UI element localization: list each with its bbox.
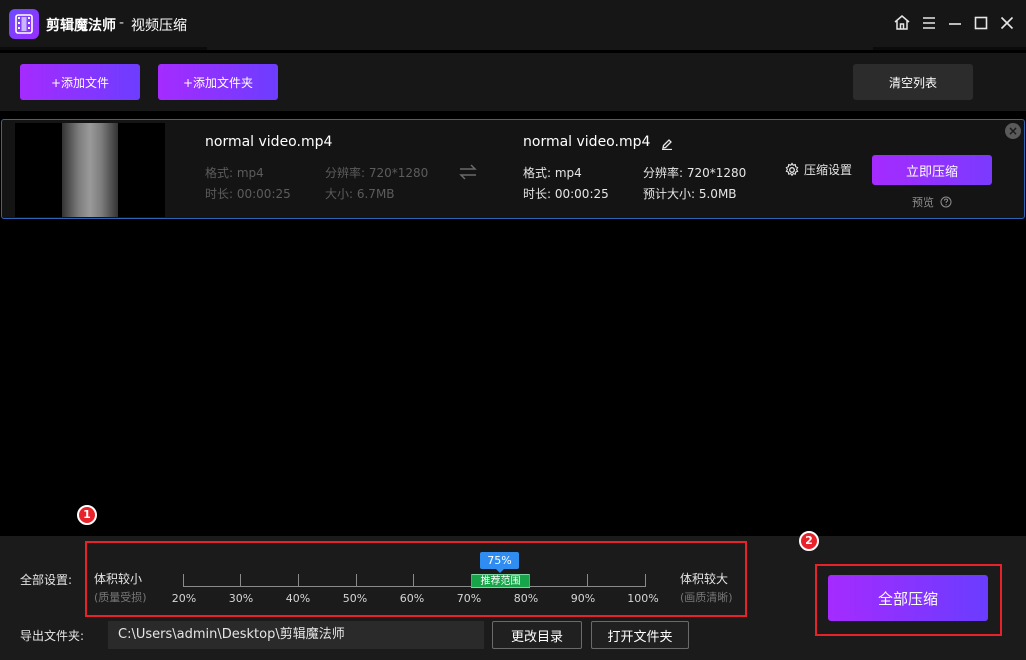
slider-tick	[298, 574, 299, 587]
slider-value-badge[interactable]: 75%	[480, 552, 519, 569]
toolbar: +添加文件 +添加文件夹 清空列表	[0, 53, 1026, 111]
slider-tick-label: 100%	[627, 592, 659, 605]
quality-highlight-box	[85, 541, 747, 617]
compress-settings-label: 压缩设置	[804, 163, 853, 177]
target-filename: normal video.mp4	[523, 134, 651, 150]
step-marker-2: 2	[799, 531, 819, 551]
slider-tick	[645, 574, 646, 587]
add-folder-button[interactable]: +添加文件夹	[158, 64, 278, 100]
smaller-size-note: (质量受损)	[94, 591, 147, 604]
title-bar: 剪辑魔法师 - 视频压缩	[0, 0, 1026, 50]
file-list-item[interactable]: normal video.mp4 格式: mp4 分辨率: 720*1280 时…	[1, 119, 1025, 219]
larger-size-label: 体积较大	[680, 572, 729, 586]
target-estimated-size: 预计大小: 5.0MB	[643, 187, 737, 201]
menu-icon[interactable]	[919, 13, 939, 33]
source-size: 大小: 6.7MB	[325, 187, 395, 201]
slider-tick-label: 80%	[513, 592, 539, 605]
add-file-button[interactable]: +添加文件	[20, 64, 140, 100]
target-format: 格式: mp4	[523, 166, 582, 180]
recommended-range: 推荐范围	[471, 574, 530, 588]
title-bar-divider-left	[0, 47, 207, 50]
app-name: 剪辑魔法师	[46, 18, 116, 34]
edit-icon[interactable]	[661, 135, 673, 154]
preview-label: 预览	[912, 196, 934, 209]
export-path-field[interactable]: C:\Users\admin\Desktop\剪辑魔法师	[108, 621, 484, 649]
quality-slider-track[interactable]	[183, 586, 645, 587]
target-duration: 时长: 00:00:25	[523, 187, 609, 201]
slider-tick-label: 20%	[171, 592, 197, 605]
remove-file-icon[interactable]: ×	[1005, 123, 1021, 139]
slider-tick	[356, 574, 357, 587]
change-directory-button[interactable]: 更改目录	[492, 621, 582, 649]
larger-size-note: (画质清晰)	[680, 591, 733, 604]
slider-tick-label: 70%	[456, 592, 482, 605]
compress-all-button[interactable]: 全部压缩	[828, 575, 988, 621]
slider-tick	[413, 574, 414, 587]
page-title: 视频压缩	[131, 18, 187, 34]
slider-tick	[183, 574, 184, 587]
slider-tick	[240, 574, 241, 587]
slider-tick-label: 30%	[228, 592, 254, 605]
minimize-icon[interactable]	[945, 13, 965, 33]
app-logo-icon	[9, 9, 39, 39]
compress-now-button[interactable]: 立即压缩	[872, 155, 992, 185]
slider-tick	[471, 574, 472, 587]
maximize-icon[interactable]	[971, 13, 991, 33]
smaller-size-label: 体积较小	[94, 572, 143, 586]
target-resolution: 分辨率: 720*1280	[643, 166, 747, 180]
title-bar-divider-right	[873, 47, 1026, 50]
video-thumbnail	[15, 123, 165, 217]
clear-list-button[interactable]: 清空列表	[853, 64, 973, 100]
all-settings-label: 全部设置:	[20, 573, 73, 587]
source-filename: normal video.mp4	[205, 134, 333, 150]
home-icon[interactable]	[892, 13, 912, 33]
export-folder-label: 导出文件夹:	[20, 629, 85, 643]
help-icon	[940, 196, 952, 208]
slider-tick-label: 60%	[399, 592, 425, 605]
slider-tick-label: 40%	[285, 592, 311, 605]
slider-value-pointer	[496, 569, 504, 573]
convert-arrows-icon	[458, 164, 478, 184]
slider-tick	[529, 574, 530, 587]
compress-settings-button[interactable]: 压缩设置	[784, 161, 852, 178]
gear-icon	[785, 162, 799, 176]
preview-button[interactable]: 预览	[912, 194, 952, 210]
source-format: 格式: mp4	[205, 166, 264, 180]
slider-tick	[587, 574, 588, 587]
slider-tick-label: 90%	[570, 592, 596, 605]
open-folder-button[interactable]: 打开文件夹	[591, 621, 689, 649]
source-resolution: 分辨率: 720*1280	[325, 166, 429, 180]
close-icon[interactable]	[997, 13, 1017, 33]
step-marker-1: 1	[77, 505, 97, 525]
title-separator: -	[119, 15, 125, 31]
source-duration: 时长: 00:00:25	[205, 187, 291, 201]
slider-tick-label: 50%	[342, 592, 368, 605]
